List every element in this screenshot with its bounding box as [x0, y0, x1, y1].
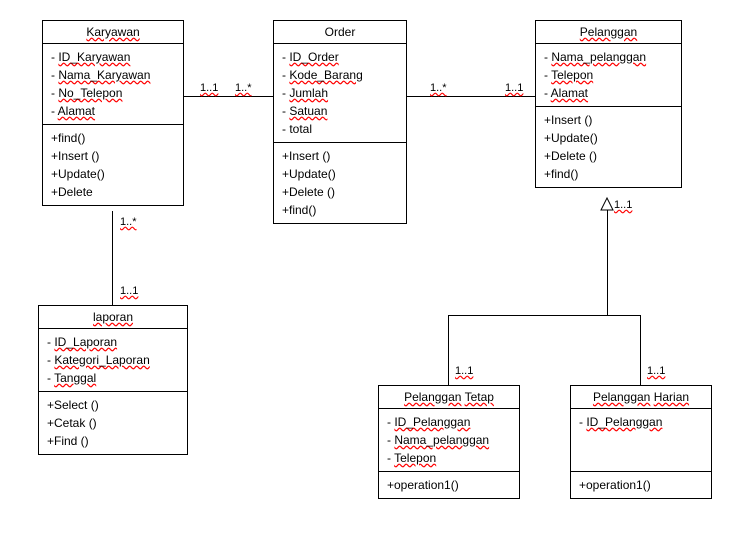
- class-pelanggan-harian: Pelanggan Harian - ID_Pelanggan +operati…: [570, 385, 712, 499]
- op: +Insert (): [51, 147, 175, 165]
- attr: - Tanggal: [47, 369, 179, 387]
- attr: - Telepon: [544, 66, 673, 84]
- class-attrs: - Nama_pelanggan - Telepon - Alamat: [536, 44, 681, 107]
- attr: - Alamat: [544, 84, 673, 102]
- class-ops: +find() +Insert () +Update() +Delete: [43, 125, 183, 205]
- class-attrs: - ID_Karyawan - Nama_Karyawan - No_Telep…: [43, 44, 183, 125]
- class-attrs: - ID_Pelanggan - Nama_pelanggan - Telepo…: [379, 409, 519, 472]
- class-title: Order: [274, 21, 406, 44]
- op: +Delete (): [544, 147, 673, 165]
- attr: - ID_Laporan: [47, 333, 179, 351]
- class-ops: +Select () +Cetak () +Find (): [39, 392, 187, 454]
- attr: - Kode_Barang: [282, 66, 398, 84]
- class-attrs: - ID_Order - Kode_Barang - Jumlah - Satu…: [274, 44, 406, 143]
- mult-label: 1..*: [120, 216, 137, 228]
- attr: - ID_Karyawan: [51, 48, 175, 66]
- op: +operation1(): [579, 476, 703, 494]
- op: +find(): [544, 165, 673, 183]
- attr: - Alamat: [51, 102, 175, 120]
- assoc-order-pelanggan: [406, 96, 535, 97]
- op: +find(): [282, 201, 398, 219]
- class-order: Order - ID_Order - Kode_Barang - Jumlah …: [273, 20, 407, 224]
- attr: - Nama_pelanggan: [387, 431, 511, 449]
- mult-label: 1..1: [647, 365, 665, 377]
- class-pelanggan-tetap: Pelanggan Tetap - ID_Pelanggan - Nama_pe…: [378, 385, 520, 499]
- class-title: Karyawan: [43, 21, 183, 44]
- class-attrs: - ID_Pelanggan: [571, 409, 711, 472]
- gen-branch: [448, 315, 640, 316]
- op: +find(): [51, 129, 175, 147]
- op: +Update(): [544, 129, 673, 147]
- class-ops: +Insert () +Update() +Delete () +find(): [536, 107, 681, 187]
- class-ops: +Insert () +Update() +Delete () +find(): [274, 143, 406, 223]
- mult-label: 1..1: [614, 199, 632, 211]
- class-ops: +operation1(): [571, 472, 711, 498]
- mult-label: 1..1: [120, 285, 138, 297]
- mult-label: 1..1: [455, 365, 473, 377]
- attr: - No_Telepon: [51, 84, 175, 102]
- op: +Update(): [282, 165, 398, 183]
- assoc-karyawan-laporan: [112, 211, 113, 305]
- op: +Insert (): [544, 111, 673, 129]
- mult-label: 1..1: [200, 82, 218, 94]
- attr: - total: [282, 120, 398, 138]
- gen-arrowhead-icon: [601, 198, 613, 212]
- attr: - Jumlah: [282, 84, 398, 102]
- class-ops: +operation1(): [379, 472, 519, 498]
- op: +Cetak (): [47, 414, 179, 432]
- attr: - Kategori_Laporan: [47, 351, 179, 369]
- op: +Delete (): [282, 183, 398, 201]
- attr: - ID_Pelanggan: [387, 413, 511, 431]
- gen-to-harian: [640, 315, 641, 385]
- class-title: laporan: [39, 306, 187, 329]
- mult-label: 1..1: [505, 82, 523, 94]
- op: +Select (): [47, 396, 179, 414]
- class-laporan: laporan - ID_Laporan - Kategori_Laporan …: [38, 305, 188, 455]
- class-karyawan: Karyawan - ID_Karyawan - Nama_Karyawan -…: [42, 20, 184, 206]
- op: +Insert (): [282, 147, 398, 165]
- attr: - ID_Order: [282, 48, 398, 66]
- attr: - Satuan: [282, 102, 398, 120]
- gen-pelanggan-trunk: [607, 210, 608, 315]
- attr: - ID_Pelanggan: [579, 413, 703, 431]
- class-title: Pelanggan: [536, 21, 681, 44]
- class-pelanggan: Pelanggan - Nama_pelanggan - Telepon - A…: [535, 20, 682, 188]
- gen-to-tetap: [448, 315, 449, 385]
- op: +operation1(): [387, 476, 511, 494]
- assoc-karyawan-order: [183, 96, 273, 97]
- mult-label: 1..*: [235, 82, 252, 94]
- mult-label: 1..*: [430, 82, 447, 94]
- attr: - Telepon: [387, 449, 511, 467]
- attr: - Nama_pelanggan: [544, 48, 673, 66]
- class-attrs: - ID_Laporan - Kategori_Laporan - Tangga…: [39, 329, 187, 392]
- op: +Find (): [47, 432, 179, 450]
- attr: - Nama_Karyawan: [51, 66, 175, 84]
- class-title: Pelanggan Harian: [571, 386, 711, 409]
- op: +Delete: [51, 183, 175, 201]
- op: +Update(): [51, 165, 175, 183]
- class-title: Pelanggan Tetap: [379, 386, 519, 409]
